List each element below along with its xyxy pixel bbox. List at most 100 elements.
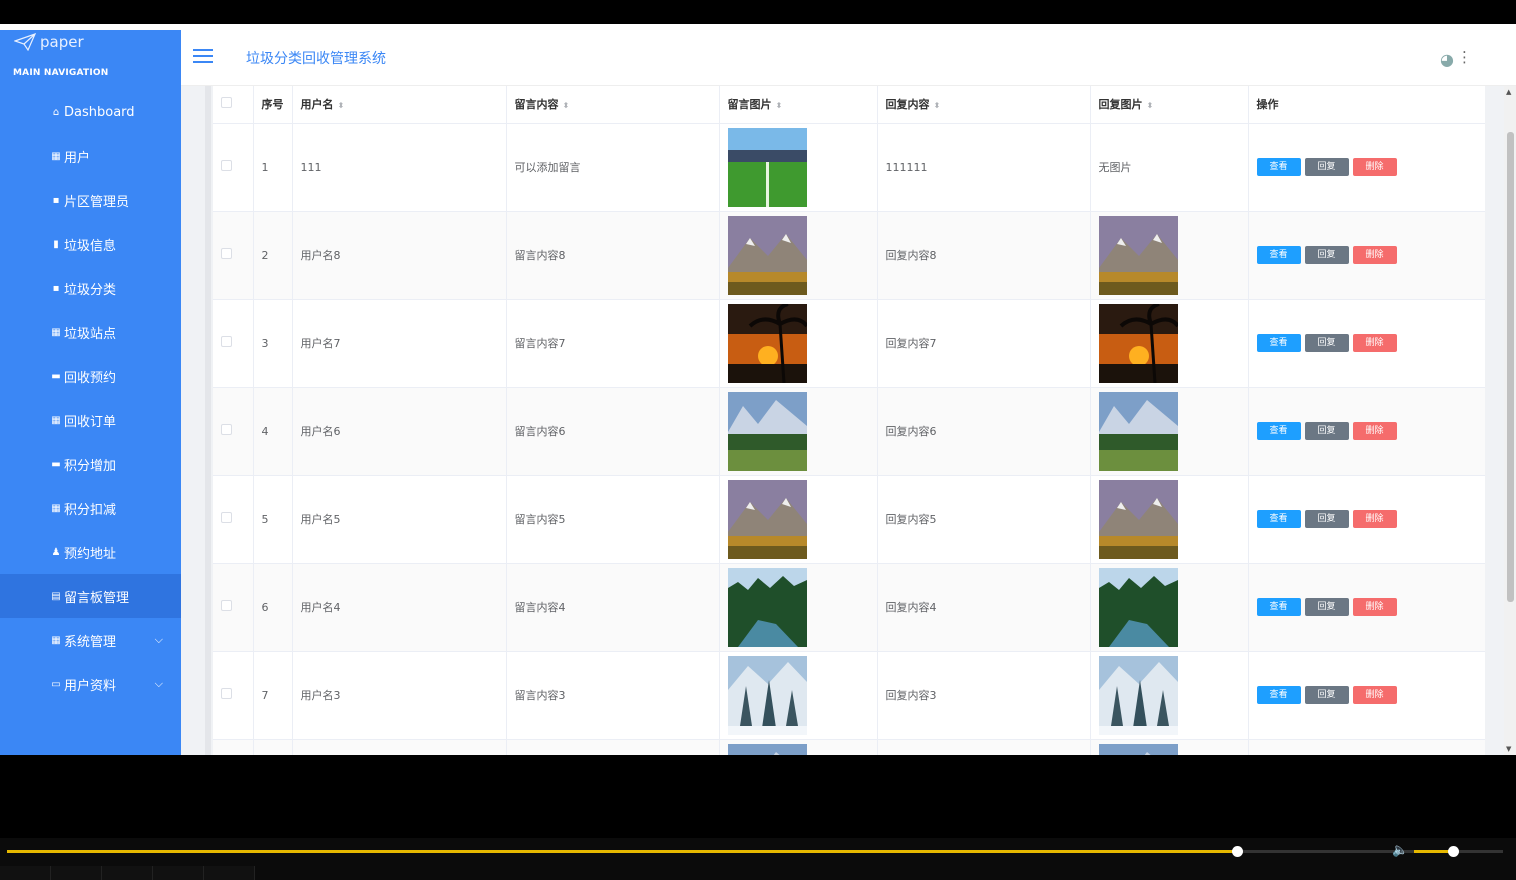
sidebar-item-9[interactable]: ▦ 积分扣减 <box>0 486 181 530</box>
reply-button[interactable]: 回复 <box>1304 334 1349 352</box>
thumbnail-image[interactable] <box>727 127 807 207</box>
grid-icon: ▦ <box>51 502 61 514</box>
row-select-cell[interactable] <box>213 123 254 212</box>
row-checkbox[interactable] <box>221 600 232 611</box>
scroll-down-icon[interactable]: ▼ <box>1506 745 1511 753</box>
row-select-cell[interactable] <box>213 299 254 388</box>
brand-logo[interactable]: paper <box>14 30 84 54</box>
sort-icon[interactable]: ⬍ <box>1147 101 1154 110</box>
scroll-up-icon[interactable]: ▲ <box>1506 88 1511 96</box>
thumbnail-image[interactable] <box>1098 215 1178 295</box>
row-checkbox[interactable] <box>221 248 232 259</box>
row-checkbox[interactable] <box>221 336 232 347</box>
delete-button[interactable]: 删除 <box>1352 598 1397 616</box>
reply-button[interactable]: 回复 <box>1304 510 1349 528</box>
thumbnail-image[interactable] <box>727 567 807 647</box>
more-options-icon[interactable]: ⋮ <box>1457 48 1472 66</box>
reply-button[interactable]: 回复 <box>1304 246 1349 264</box>
brand-name: paper <box>40 33 84 51</box>
sidebar-item-11[interactable]: ▤ 留言板管理 <box>0 574 209 618</box>
delete-button[interactable]: 删除 <box>1352 334 1397 352</box>
select-all-cell[interactable] <box>213 86 254 124</box>
col-header-message-image[interactable]: 留言图片 ⬍ <box>719 86 878 124</box>
sidebar-item-0[interactable]: ⌂ Dashboard <box>0 90 181 134</box>
delete-button[interactable]: 删除 <box>1352 246 1397 264</box>
volume-handle[interactable] <box>1447 846 1459 857</box>
comment-icon: ▪ <box>52 282 60 294</box>
thumbnail-image[interactable] <box>727 215 807 295</box>
view-button[interactable]: 查看 <box>1256 334 1301 352</box>
sidebar-item-3[interactable]: ▮ 垃圾信息 <box>0 222 181 266</box>
sidebar-item-2[interactable]: ▪ 片区管理员 <box>0 178 181 222</box>
thumbnail-image[interactable] <box>727 743 807 756</box>
thumbnail-image[interactable] <box>727 391 807 471</box>
sort-icon[interactable]: ⬍ <box>776 101 783 110</box>
app-window: paper MAIN NAVIGATION ⌂ Dashboard ▦ 用户 ▪ 片区管理… <box>0 24 1516 755</box>
view-button[interactable]: 查看 <box>1256 158 1301 176</box>
sidebar-item-13[interactable]: ▭ 用户资料 ⌵ <box>0 662 181 706</box>
col-header-username[interactable]: 用户名 ⬍ <box>292 86 507 124</box>
cell-reply: 回复内容6 <box>877 387 1091 476</box>
volume-fill <box>1414 850 1453 853</box>
row-select-cell[interactable] <box>213 563 254 652</box>
cell-no: 3 <box>253 299 293 388</box>
row-checkbox[interactable] <box>221 688 232 699</box>
row-select-cell[interactable] <box>213 475 254 564</box>
thumbnail-image[interactable] <box>1098 743 1178 756</box>
sort-icon[interactable]: ⬍ <box>934 101 941 110</box>
vertical-scrollbar[interactable]: ▲ ▼ <box>1504 86 1516 755</box>
sidebar-item-10[interactable]: ♟ 预约地址 <box>0 530 181 574</box>
cell-message-image <box>719 563 878 652</box>
sidebar-item-8[interactable]: ▬ 积分增加 <box>0 442 181 486</box>
thumbnail-image[interactable] <box>727 655 807 735</box>
view-button[interactable]: 查看 <box>1256 686 1301 704</box>
thumbnail-image[interactable] <box>1098 391 1178 471</box>
select-all-checkbox[interactable] <box>221 97 232 109</box>
scrollbar-thumb[interactable] <box>1507 132 1514 602</box>
seek-handle[interactable] <box>1231 846 1243 857</box>
sidebar-item-12[interactable]: ▦ 系统管理 ⌵ <box>0 618 181 662</box>
view-button[interactable]: 查看 <box>1256 598 1301 616</box>
row-checkbox[interactable] <box>221 512 232 523</box>
sidebar-item-5[interactable]: ▦ 垃圾站点 <box>0 310 181 354</box>
sidebar-item-4[interactable]: ▪ 垃圾分类 <box>0 266 181 310</box>
row-select-cell[interactable] <box>213 211 254 300</box>
delete-button[interactable]: 删除 <box>1352 422 1397 440</box>
reply-button[interactable]: 回复 <box>1304 422 1349 440</box>
sidebar-item-1[interactable]: ▦ 用户 <box>0 134 181 178</box>
thumbnail-image[interactable] <box>1098 567 1178 647</box>
view-button[interactable]: 查看 <box>1256 422 1301 440</box>
sidebar-item-6[interactable]: ▬ 回收预约 <box>0 354 181 398</box>
thumbnail-image[interactable] <box>1098 655 1178 735</box>
delete-button[interactable]: 删除 <box>1352 158 1397 176</box>
view-button[interactable]: 查看 <box>1256 510 1301 528</box>
sidebar-item-label: 垃圾站点 <box>64 326 117 342</box>
avatar-icon[interactable]: ◕ <box>1440 50 1454 69</box>
volume-slider[interactable] <box>1414 846 1502 857</box>
table-row: 4 用户名6 留言内容6 回复内容6 查看 回复 删除 <box>213 387 1485 476</box>
thumbnail-image[interactable] <box>1098 479 1178 559</box>
sort-icon[interactable]: ⬍ <box>563 101 570 110</box>
col-header-reply[interactable]: 回复内容 ⬍ <box>877 86 1091 124</box>
volume-icon[interactable]: 🔈 <box>1392 843 1408 858</box>
view-button[interactable]: 查看 <box>1256 246 1301 264</box>
row-checkbox[interactable] <box>221 160 232 171</box>
reply-button[interactable]: 回复 <box>1304 686 1349 704</box>
col-header-message[interactable]: 留言内容 ⬍ <box>506 86 720 124</box>
cell-username: 用户名4 <box>292 563 507 652</box>
thumbnail-image[interactable] <box>1098 303 1178 383</box>
menu-toggle-icon[interactable] <box>193 49 213 63</box>
thumbnail-image[interactable] <box>727 303 807 383</box>
reply-button[interactable]: 回复 <box>1304 158 1349 176</box>
thumbnail-image[interactable] <box>727 479 807 559</box>
row-checkbox[interactable] <box>221 424 232 435</box>
seek-bar[interactable] <box>7 846 1503 857</box>
delete-button[interactable]: 删除 <box>1352 686 1397 704</box>
reply-button[interactable]: 回复 <box>1304 598 1349 616</box>
sort-icon[interactable]: ⬍ <box>338 101 345 110</box>
row-select-cell[interactable] <box>213 387 254 476</box>
delete-button[interactable]: 删除 <box>1352 510 1397 528</box>
sidebar-item-7[interactable]: ▦ 回收订单 <box>0 398 181 442</box>
row-select-cell[interactable] <box>213 651 254 740</box>
col-header-reply-image[interactable]: 回复图片 ⬍ <box>1090 86 1249 124</box>
